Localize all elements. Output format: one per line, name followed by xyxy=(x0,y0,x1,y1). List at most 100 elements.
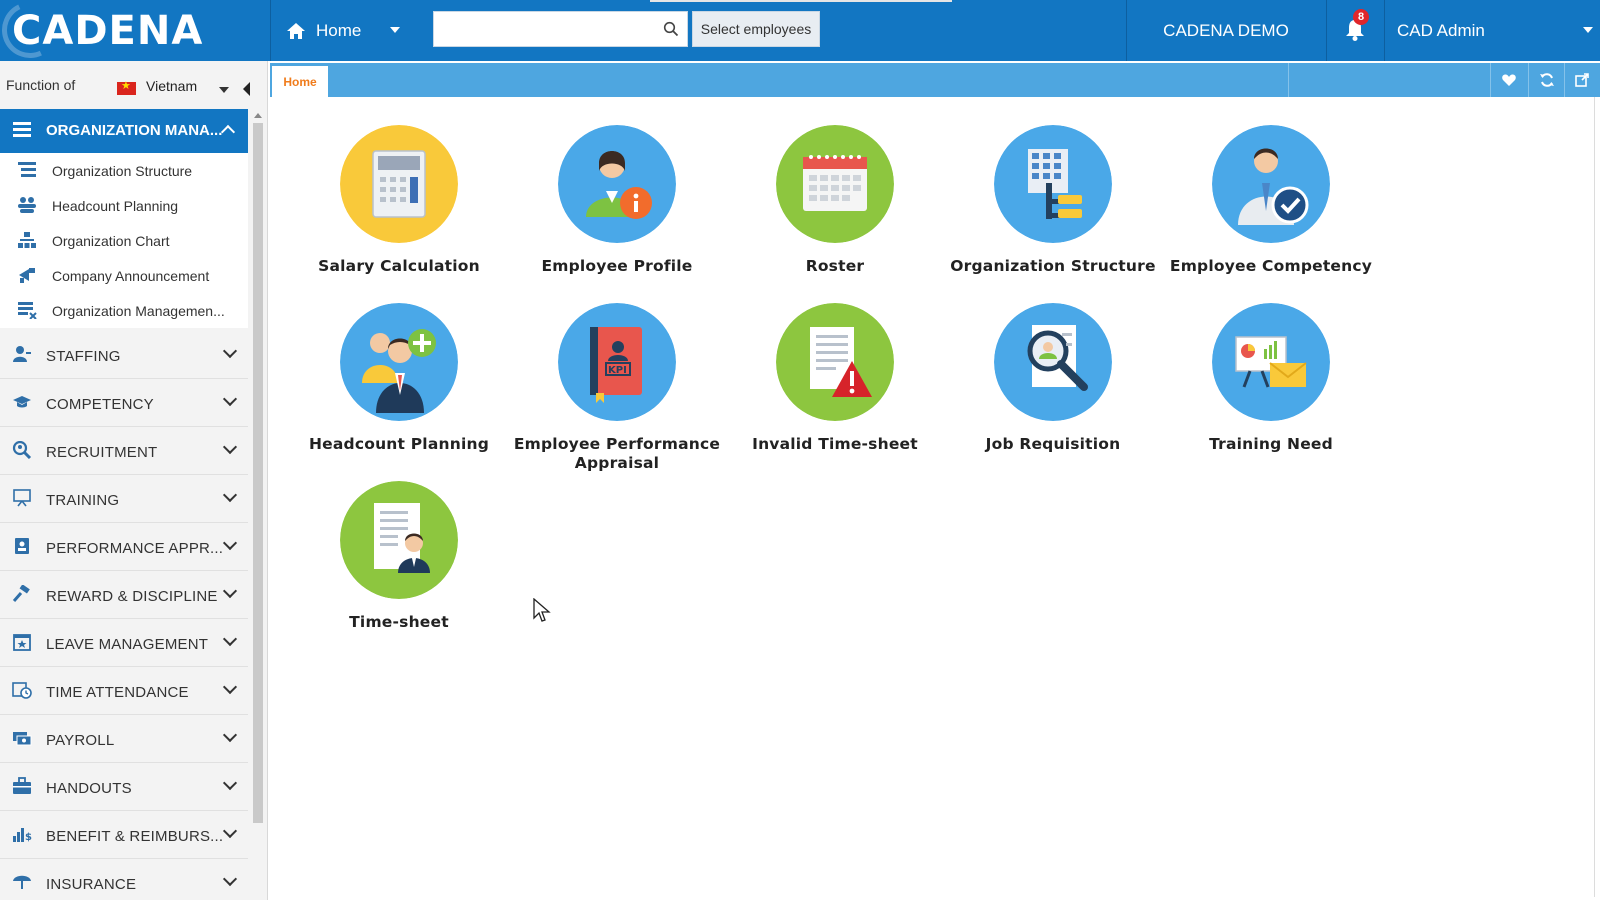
sidebar-item-headcount-planning[interactable]: Headcount Planning xyxy=(0,188,248,223)
tile-employee-profile[interactable]: Employee Profile xyxy=(506,125,728,276)
main-content: Salary Calculation Employee Profile Rost… xyxy=(270,97,1588,897)
sidebar-group-label: TRAINING xyxy=(46,492,120,509)
select-employees-button[interactable]: Select employees xyxy=(692,11,820,47)
megaphone-icon xyxy=(19,268,35,283)
svg-text:KPI: KPI xyxy=(608,365,627,376)
sidebar-item-organization-chart[interactable]: Organization Chart xyxy=(0,223,248,258)
home-icon xyxy=(287,22,305,39)
sidebar-groups: STAFFING COMPETENCY RECRUITMENT TRAINING… xyxy=(0,331,248,900)
sidebar-group-time-attendance[interactable]: TIME ATTENDANCE xyxy=(0,667,248,715)
employee-search-input[interactable] xyxy=(434,12,654,46)
tile-label: Job Requisition xyxy=(985,435,1121,453)
calendar-clock-icon xyxy=(12,682,32,699)
tile-headcount-planning[interactable]: Headcount Planning xyxy=(288,303,510,454)
tree-list-icon xyxy=(18,162,36,177)
tile-invalid-time-sheet[interactable]: Invalid Time-sheet xyxy=(724,303,946,454)
cadena-logo[interactable]: CADENA xyxy=(0,0,270,66)
tile-employee-competency[interactable]: Employee Competency xyxy=(1160,125,1382,276)
tile-organization-structure[interactable]: Organization Structure xyxy=(942,125,1164,276)
chevron-down-icon xyxy=(222,631,238,647)
favorite-button[interactable] xyxy=(1491,63,1527,97)
sidebar-group-label: BENEFIT & REIMBURS... xyxy=(46,828,224,845)
chart-dollar-icon: $ xyxy=(13,828,32,843)
chevron-down-icon xyxy=(222,535,238,551)
tile-training-need[interactable]: Training Need xyxy=(1160,303,1382,454)
person-icon xyxy=(13,346,31,362)
country-select[interactable]: Vietnam xyxy=(146,78,197,94)
calendar-icon xyxy=(776,125,894,243)
search-person-icon xyxy=(12,441,32,459)
function-of-label: Function of xyxy=(6,77,76,93)
tab-bar: Home xyxy=(270,63,1600,97)
sidebar-group-label: TIME ATTENDANCE xyxy=(46,684,189,701)
tab-home[interactable]: Home xyxy=(272,66,328,97)
sidebar-group-training[interactable]: TRAINING xyxy=(0,475,248,523)
chevron-down-icon xyxy=(222,679,238,695)
external-link-icon xyxy=(1575,73,1589,87)
sidebar-item-label: Organization Structure xyxy=(52,163,193,179)
sidebar-item-organization-structure[interactable]: Organization Structure xyxy=(0,153,248,188)
tile-time-sheet[interactable]: Time-sheet xyxy=(288,481,510,632)
tile-label: Roster xyxy=(805,257,865,275)
chevron-down-icon[interactable] xyxy=(219,87,229,93)
presentation-mail-icon xyxy=(1212,303,1330,421)
tile-label: Organization Structure xyxy=(950,257,1156,275)
money-icon xyxy=(13,732,32,746)
chevron-down-icon[interactable] xyxy=(1583,27,1593,33)
employee-check-icon xyxy=(1212,125,1330,243)
sidebar-group-organization-management[interactable]: ORGANIZATION MANA... xyxy=(0,109,248,153)
organization-submenu: Organization Structure Headcount Plannin… xyxy=(0,153,248,328)
chevron-down-icon xyxy=(222,871,238,887)
mouse-cursor-icon xyxy=(533,598,551,622)
chevron-down-icon xyxy=(222,487,238,503)
sidebar-group-handouts[interactable]: HANDOUTS xyxy=(0,763,248,811)
collapse-sidebar-icon[interactable] xyxy=(243,82,250,96)
sidebar-group-performance-appraisal[interactable]: PERFORMANCE APPR... xyxy=(0,523,248,571)
refresh-button[interactable] xyxy=(1529,63,1565,97)
divider xyxy=(1326,0,1327,61)
briefcase-icon xyxy=(13,777,31,794)
tile-employee-performance-appraisal[interactable]: KPI Employee Performance Appraisal xyxy=(506,303,728,473)
scroll-up-icon[interactable] xyxy=(254,113,262,118)
tile-label: Employee Performance Appraisal xyxy=(513,435,721,472)
sidebar-group-reward-discipline[interactable]: REWARD & DISCIPLINE xyxy=(0,571,248,619)
sidebar-group-competency[interactable]: COMPETENCY xyxy=(0,379,248,427)
sidebar-group-recruitment[interactable]: RECRUITMENT xyxy=(0,427,248,475)
tile-label: Training Need xyxy=(1209,435,1333,453)
sidebar-group-label: LEAVE MANAGEMENT xyxy=(46,636,209,653)
list-settings-icon xyxy=(18,302,37,319)
sidebar-item-label: Organization Chart xyxy=(52,233,170,249)
chevron-down-icon xyxy=(222,823,238,839)
tile-roster[interactable]: Roster xyxy=(724,125,946,276)
svg-text:$: $ xyxy=(25,832,32,843)
sidebar-group-payroll[interactable]: PAYROLL xyxy=(0,715,248,763)
search-icon[interactable] xyxy=(663,21,679,37)
sidebar-scrollbar[interactable] xyxy=(250,109,266,900)
sidebar: Function of Vietnam ORGANIZATION MANA...… xyxy=(0,61,268,900)
sidebar-group-insurance[interactable]: INSURANCE xyxy=(0,859,248,900)
timesheet-person-icon xyxy=(340,481,458,599)
chevron-down-icon[interactable] xyxy=(390,27,400,33)
tile-job-requisition[interactable]: Job Requisition xyxy=(942,303,1164,454)
sidebar-item-company-announcement[interactable]: Company Announcement xyxy=(0,258,248,293)
tile-salary-calculation[interactable]: Salary Calculation xyxy=(288,125,510,276)
user-menu[interactable]: CAD Admin xyxy=(1397,0,1597,61)
sidebar-item-organization-management[interactable]: Organization Managemen... xyxy=(0,293,248,328)
top-bar: CADENA Home Select employees CADENA DEMO… xyxy=(0,0,1600,66)
open-external-button[interactable] xyxy=(1564,63,1600,97)
scroll-thumb[interactable] xyxy=(253,123,263,823)
sidebar-item-label: Company Announcement xyxy=(52,268,210,284)
magnifier-resume-icon xyxy=(994,303,1112,421)
presentation-board-icon xyxy=(13,489,31,507)
home-nav-button[interactable]: Home xyxy=(270,0,410,61)
user-name: CAD Admin xyxy=(1397,20,1485,40)
tile-label: Time-sheet xyxy=(349,613,449,631)
sidebar-group-label: RECRUITMENT xyxy=(46,444,158,461)
company-name: CADENA DEMO xyxy=(1163,20,1289,40)
refresh-icon xyxy=(1540,73,1554,87)
chevron-down-icon xyxy=(222,583,238,599)
sidebar-group-leave-management[interactable]: LEAVE MANAGEMENT xyxy=(0,619,248,667)
sidebar-group-staffing[interactable]: STAFFING xyxy=(0,331,248,379)
sidebar-group-benefit-reimbursement[interactable]: $ BENEFIT & REIMBURS... xyxy=(0,811,248,859)
org-chart-icon xyxy=(18,232,36,248)
